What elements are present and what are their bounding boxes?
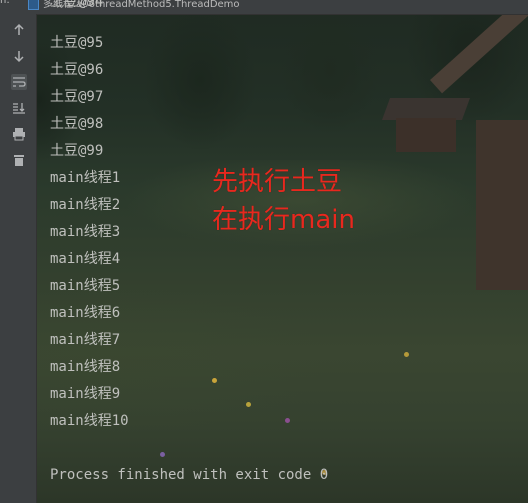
console-toolbar	[0, 14, 37, 503]
console-line: main线程8	[50, 359, 121, 375]
process-exit-message: Process finished with exit code 0	[50, 467, 329, 483]
console-line: main线程6	[50, 305, 121, 321]
console-line: main线程5	[50, 278, 121, 294]
class-icon	[28, 0, 39, 10]
console-line: 土豆@97	[50, 89, 104, 105]
trash-icon[interactable]	[11, 152, 27, 168]
annotation-line-1: 先执行土豆	[212, 167, 343, 197]
console-line: 土豆@96	[50, 62, 104, 78]
red-annotation: 先执行土豆 在执行main	[212, 163, 355, 239]
console-line: main线程7	[50, 332, 121, 348]
console-line: 土豆@99	[50, 143, 104, 159]
console-line: 土豆@95	[50, 35, 104, 51]
scroll-to-end-icon[interactable]	[11, 100, 27, 116]
annotation-line-2: 在执行main	[212, 205, 355, 235]
console-line: main线程10	[50, 413, 129, 429]
console-line: main线程4	[50, 251, 121, 267]
background-flower	[160, 452, 165, 457]
arrow-down-icon[interactable]	[11, 48, 27, 64]
console-line: main线程9	[50, 386, 121, 402]
console-line-partial: 土豆@94	[50, 0, 104, 10]
console-line: 土豆@98	[50, 116, 104, 132]
arrow-up-icon[interactable]	[11, 22, 27, 38]
soft-wrap-icon[interactable]	[11, 74, 27, 90]
print-icon[interactable]	[11, 126, 27, 142]
run-label: n:	[0, 0, 10, 6]
